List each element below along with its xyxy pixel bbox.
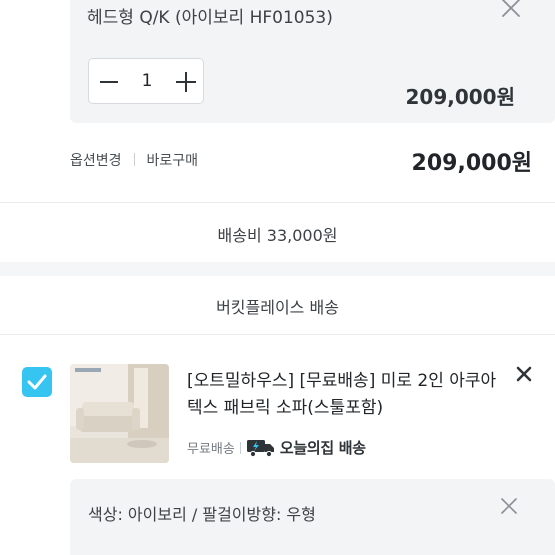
option-price: 209,000원 [405, 85, 516, 109]
shipping-info: 무료배송 오늘의집 배송 [187, 437, 366, 458]
shipping-fee: 배송비 33,000원 [217, 226, 338, 245]
buy-now-link[interactable]: 바로구매 [147, 153, 199, 169]
quantity-stepper: 1 [88, 58, 204, 104]
divider [0, 334, 555, 335]
delivery-badge: 오늘의집 배송 [279, 439, 366, 457]
truck-icon [246, 438, 276, 458]
option-card: 색상: 아이보리 / 팔걸이방향: 우형 [70, 479, 555, 555]
item-total-price: 209,000원 [411, 151, 532, 176]
item-checkbox[interactable] [22, 367, 52, 397]
seller-name: 버킷플레이스 배송 [216, 298, 339, 317]
close-icon[interactable] [501, 498, 517, 514]
close-icon[interactable] [498, 0, 522, 22]
option-name: 헤드형 Q/K (아이보리 HF01053) [87, 8, 333, 28]
divider [239, 441, 241, 454]
free-shipping-label: 무료배송 [187, 442, 235, 457]
section-gap [0, 262, 555, 276]
plus-icon[interactable] [175, 71, 197, 93]
check-icon [27, 374, 47, 390]
product-title[interactable]: [오트밀하우스] [무료배송] 미로 2인 아쿠아텍스 패브릭 소파(스툴포함) [187, 368, 497, 422]
option-card: 헤드형 Q/K (아이보리 HF01053) 1 209,000원 [70, 0, 555, 123]
divider [0, 202, 555, 203]
option-name: 색상: 아이보리 / 팔걸이방향: 우형 [88, 505, 316, 524]
item-actions: 옵션변경 바로구매 [70, 150, 198, 170]
divider [133, 153, 135, 166]
product-thumbnail[interactable] [70, 364, 169, 463]
close-icon[interactable] [516, 366, 532, 382]
change-option-link[interactable]: 옵션변경 [70, 153, 122, 169]
